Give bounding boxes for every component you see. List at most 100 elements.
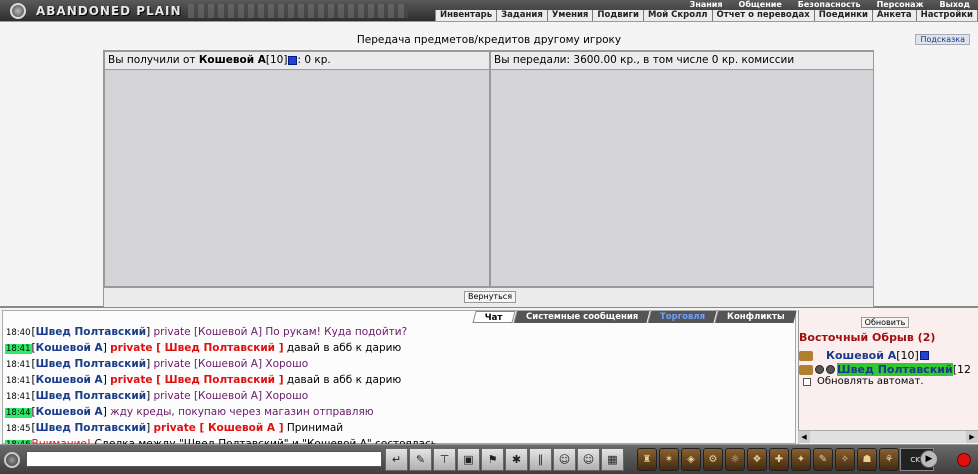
gem-icon[interactable]: ◈ <box>681 448 701 471</box>
chat-time[interactable]: 18:40 <box>5 328 32 338</box>
chat-nick[interactable]: Кошевой А <box>36 342 103 354</box>
cog-icon[interactable]: ⚙ <box>703 448 723 471</box>
class-icon <box>799 364 813 375</box>
chat-line: 18:41[Кошевой А] private [ Швед Полтавск… <box>5 374 402 386</box>
help-button[interactable]: Подсказка <box>915 34 970 45</box>
emote-icon[interactable]: ☺ <box>577 448 600 471</box>
save-icon[interactable]: ▣ <box>457 448 480 471</box>
auto-refresh-label: Обновлять автомат. <box>817 376 924 387</box>
rune-icon[interactable]: ❖ <box>747 448 767 471</box>
received-prefix: Вы получили от <box>108 54 199 66</box>
tab-conflicts[interactable]: Конфликты <box>714 311 797 323</box>
received-level: [10] <box>265 54 288 66</box>
star4-icon[interactable]: ✦ <box>791 448 811 471</box>
subnav-my-scroll[interactable]: Мой Скролл <box>644 10 713 21</box>
chat-nick[interactable]: Швед Полтавский <box>36 390 146 402</box>
sparkle-icon[interactable]: ✧ <box>835 448 855 471</box>
filter-icon[interactable]: ⊤ <box>433 448 456 471</box>
nav-character[interactable]: Персонаж <box>869 0 932 9</box>
user-row: Швед Полтавский [12 <box>799 363 971 376</box>
grid-icon[interactable]: ▦ <box>601 448 624 471</box>
auto-refresh-checkbox[interactable] <box>803 377 811 386</box>
nav-communication[interactable]: Общение <box>731 0 790 9</box>
logo-text: ABANDONED PLAIN <box>36 4 182 18</box>
user-level: [12 <box>952 363 972 376</box>
subnav-settings[interactable]: Настройки <box>917 10 978 21</box>
chat-nick[interactable]: Швед Полтавский <box>36 358 146 370</box>
chat-message: давай в абб к дарию <box>283 374 402 386</box>
auto-refresh-toggle[interactable]: Обновлять автомат. <box>803 376 924 387</box>
chat-message: Принимай <box>283 422 344 434</box>
given-header: Вы передали: 3600.00 кр., в том числе 0 … <box>491 52 873 70</box>
clan-icon <box>815 365 824 374</box>
received-header: Вы получили от Кошевой А[10]: 0 кр. <box>105 52 489 70</box>
star-icon[interactable]: ✱ <box>505 448 528 471</box>
chat-time[interactable]: 18:45 <box>5 424 32 434</box>
subnav-skills[interactable]: Умения <box>548 10 594 21</box>
info-icon[interactable] <box>919 351 929 360</box>
tab-trade[interactable]: Торговля <box>647 311 717 323</box>
chat-line: 18:41[Швед Полтавский] private [Кошевой … <box>5 358 309 370</box>
received-from-nick[interactable]: Кошевой А <box>199 54 266 66</box>
chat-time[interactable]: 18:44 <box>5 408 32 418</box>
tab-system-messages[interactable]: Системные сообщения <box>513 311 650 323</box>
logo-decoration <box>187 4 408 18</box>
record-icon[interactable] <box>957 453 971 467</box>
sun-icon[interactable]: ☼ <box>725 448 745 471</box>
page-title: Передача предметов/кредитов другому игро… <box>356 34 622 46</box>
game-logo: ABANDONED PLAIN <box>0 0 440 22</box>
horizontal-scrollbar[interactable]: ◀ ▶ <box>798 430 978 443</box>
subnav-achievements[interactable]: Подвиги <box>593 10 644 21</box>
smiley-icon[interactable]: ☺ <box>553 448 576 471</box>
emblem-icon <box>0 0 36 22</box>
chat-line: 18:41[Кошевой А] private [ Швед Полтавск… <box>5 342 402 354</box>
chat-nick[interactable]: Кошевой А <box>36 406 103 418</box>
back-button[interactable]: Вернуться <box>464 291 516 303</box>
user-nick[interactable]: Кошевой А <box>826 349 896 362</box>
nav-knowledge[interactable]: Знания <box>682 0 731 9</box>
refresh-button[interactable]: Обновить <box>861 317 909 328</box>
subnav-transfer-report[interactable]: Отчет о переводах <box>713 10 815 21</box>
tab-chat[interactable]: Чат <box>472 311 516 323</box>
gear-icon[interactable] <box>4 452 20 468</box>
chat-panel: Чат Системные сообщения Торговля Конфлик… <box>2 310 797 450</box>
chat-tabs: Чат Системные сообщения Торговля Конфлик… <box>472 311 797 323</box>
send-icon[interactable]: ↵ <box>385 448 408 471</box>
spark-icon[interactable]: ✶ <box>659 448 679 471</box>
chat-private-tag[interactable]: private [ Кошевой А ] <box>154 422 284 434</box>
subnav-inventory[interactable]: Инвентарь <box>436 10 498 21</box>
nav-security[interactable]: Безопасность <box>790 0 869 9</box>
chat-toolbar: ↵ ✎ ⊤ ▣ ⚑ ✱ ∥ ☺ ☺ ▦ <box>385 448 625 471</box>
erase-icon[interactable]: ✎ <box>409 448 432 471</box>
location-panel: Обновить Восточный Обрыв (2) Кошевой А [1… <box>798 310 978 444</box>
cross-icon[interactable]: ✚ <box>769 448 789 471</box>
chat-private-tag[interactable]: private [ Швед Полтавский ] <box>110 374 283 386</box>
chat-nick[interactable]: Кошевой А <box>36 374 103 386</box>
nav-exit[interactable]: Выход <box>932 0 978 9</box>
flag-icon[interactable]: ⚑ <box>481 448 504 471</box>
sub-nav: Инвентарь Задания Умения Подвиги Мой Скр… <box>435 10 978 21</box>
scroll-right-icon[interactable]: ▶ <box>966 431 978 443</box>
subnav-quests[interactable]: Задания <box>497 10 548 21</box>
subnav-duels[interactable]: Поединки <box>815 10 873 21</box>
chat-private-tag[interactable]: private [ Швед Полтавский ] <box>110 342 283 354</box>
tower-icon[interactable]: ♜ <box>637 448 657 471</box>
chat-time[interactable]: 18:41 <box>5 392 32 402</box>
message-input[interactable] <box>26 451 382 467</box>
scroll-left-icon[interactable]: ◀ <box>798 431 810 443</box>
chat-nick[interactable]: Швед Полтавский <box>36 422 146 434</box>
subnav-profile[interactable]: Анкета <box>873 10 917 21</box>
flower-icon[interactable]: ⚘ <box>879 448 899 471</box>
chat-time[interactable]: 18:41 <box>5 376 32 386</box>
transfer-footer: Вернуться <box>104 287 873 307</box>
play-icon[interactable]: ▶ <box>920 450 938 468</box>
pause-icon[interactable]: ∥ <box>529 448 552 471</box>
class-icon <box>799 350 813 361</box>
house-icon[interactable]: ☗ <box>857 448 877 471</box>
chat-time[interactable]: 18:41 <box>5 360 32 370</box>
pen-icon[interactable]: ✎ <box>813 448 833 471</box>
chat-nick[interactable]: Швед Полтавский <box>36 326 146 338</box>
user-nick[interactable]: Швед Полтавский <box>837 363 953 376</box>
chat-time[interactable]: 18:41 <box>5 344 32 354</box>
location-title: Восточный Обрыв (2) <box>799 331 936 344</box>
